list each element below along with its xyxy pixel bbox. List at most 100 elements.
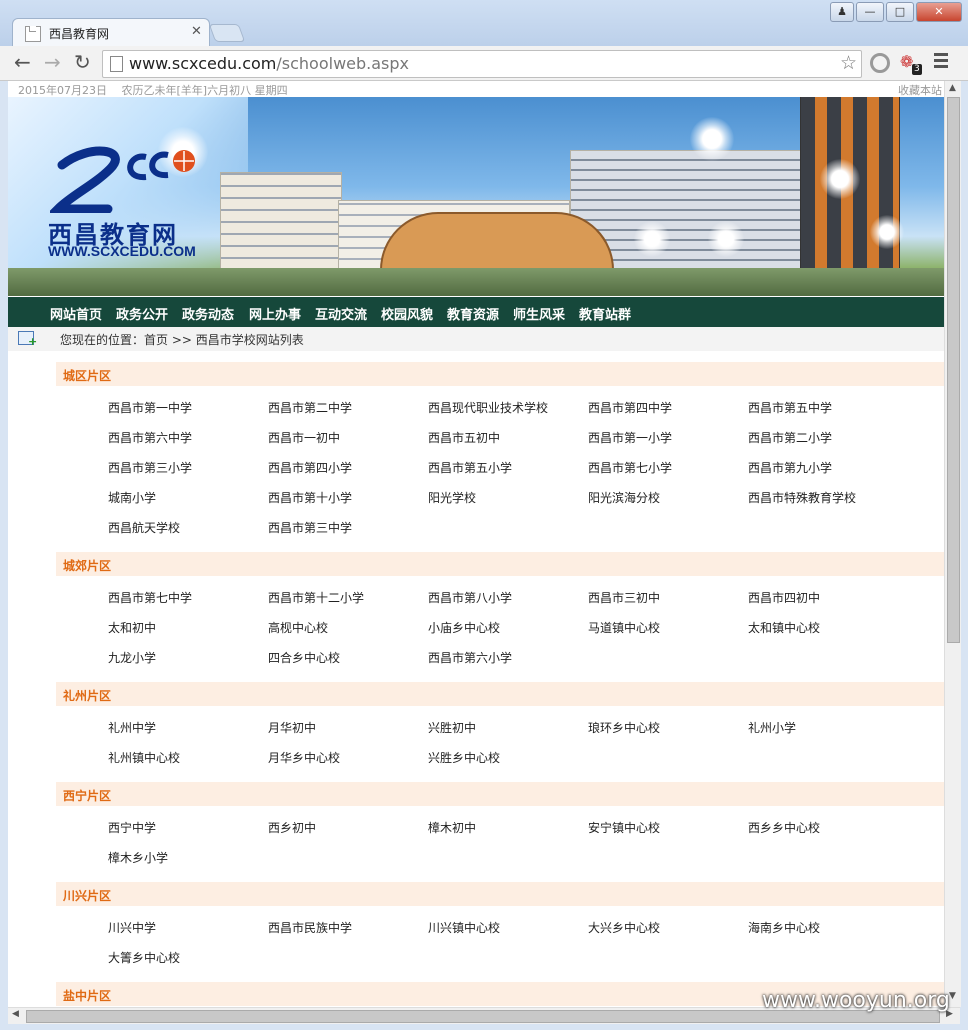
school-link[interactable]: 西昌市第五中学 [748, 399, 832, 416]
school-link[interactable]: 西乡初中 [268, 819, 316, 836]
school-link[interactable]: 城南小学 [108, 489, 156, 506]
school-link[interactable]: 月华乡中心校 [268, 749, 340, 766]
school-link[interactable]: 西昌市特殊教育学校 [748, 489, 856, 506]
nav-site-group[interactable]: 教育站群 [579, 304, 631, 323]
scroll-up-icon[interactable]: ▲ [949, 83, 956, 93]
school-link[interactable]: 太和初中 [108, 619, 156, 636]
close-window-button[interactable]: ✕ [916, 2, 962, 22]
school-link[interactable]: 礼州中学 [108, 719, 156, 736]
url-text[interactable]: www.scxcedu.com/schoolweb.aspx [129, 54, 409, 73]
school-link[interactable]: 西乡乡中心校 [748, 819, 820, 836]
breadcrumb: 您现在的位置：首页 >> 西昌市学校网站列表 [8, 327, 944, 351]
school-link[interactable]: 四合乡中心校 [268, 649, 340, 666]
school-link[interactable]: 大箐乡中心校 [108, 949, 180, 966]
school-link[interactable]: 阳光滨海分校 [588, 489, 660, 506]
window-controls: ♟ — □ ✕ [830, 2, 962, 22]
reload-icon[interactable]: ↻ [74, 52, 91, 72]
school-link[interactable]: 礼州镇中心校 [108, 749, 180, 766]
school-link[interactable]: 西昌市一初中 [268, 429, 340, 446]
scroll-left-icon[interactable]: ◀ [12, 1009, 19, 1019]
school-link[interactable]: 小庙乡中心校 [428, 619, 500, 636]
tab-close-icon[interactable]: ✕ [191, 24, 202, 39]
scroll-thumb[interactable] [947, 97, 960, 643]
page-icon [25, 26, 41, 42]
bookmark-star-icon[interactable]: ☆ [840, 52, 857, 74]
section-title: 盐中片区 [63, 989, 112, 1003]
school-link[interactable]: 礼州小学 [748, 719, 796, 736]
school-link[interactable]: 樟木初中 [428, 819, 476, 836]
new-tab-button[interactable] [208, 24, 246, 42]
vertical-scrollbar[interactable]: ▲ ▼ [944, 81, 961, 1007]
school-link[interactable]: 西昌市四初中 [748, 589, 820, 606]
site-logo-icon [50, 146, 195, 213]
school-link[interactable]: 西昌市第九小学 [748, 459, 832, 476]
section-title: 城区片区 [63, 369, 112, 383]
school-link[interactable]: 海南乡中心校 [748, 919, 820, 936]
nav-home[interactable]: 网站首页 [50, 304, 102, 323]
school-link[interactable]: 西昌市第一中学 [108, 399, 192, 416]
nav-public-affairs[interactable]: 政务公开 [116, 304, 168, 323]
school-link[interactable]: 西昌市第三小学 [108, 459, 192, 476]
school-link[interactable]: 西昌市第七小学 [588, 459, 672, 476]
banner-arch [380, 212, 614, 270]
section-title: 西宁片区 [63, 789, 112, 803]
maximize-button[interactable]: □ [886, 2, 914, 22]
school-link[interactable]: 阳光学校 [428, 489, 476, 506]
banner-building [220, 172, 342, 270]
school-link[interactable]: 西昌市第十二小学 [268, 589, 364, 606]
school-link[interactable]: 西昌市三初中 [588, 589, 660, 606]
school-link[interactable]: 西昌现代职业技术学校 [428, 399, 548, 416]
school-link[interactable]: 西昌市第五小学 [428, 459, 512, 476]
nav-campus[interactable]: 校园风貌 [381, 304, 433, 323]
nav-interaction[interactable]: 互动交流 [315, 304, 367, 323]
school-link[interactable]: 兴胜初中 [428, 719, 476, 736]
school-link[interactable]: 西昌市第四中学 [588, 399, 672, 416]
school-link[interactable]: 月华初中 [268, 719, 316, 736]
school-link[interactable]: 高枧中心校 [268, 619, 328, 636]
school-link[interactable]: 西昌市民族中学 [268, 919, 352, 936]
school-link[interactable]: 西昌市第三中学 [268, 519, 352, 536]
school-link[interactable]: 西昌市第二小学 [748, 429, 832, 446]
school-link[interactable]: 马道镇中心校 [588, 619, 660, 636]
browser-tab[interactable]: 西昌教育网 ✕ [12, 18, 210, 47]
extension-badge: 3 [912, 64, 922, 75]
school-link[interactable]: 太和镇中心校 [748, 619, 820, 636]
school-link[interactable]: 西昌航天学校 [108, 519, 180, 536]
section-title: 川兴片区 [63, 889, 112, 903]
user-icon[interactable]: ♟ [830, 2, 854, 22]
nav-online-services[interactable]: 网上办事 [249, 304, 301, 323]
school-link[interactable]: 安宁镇中心校 [588, 819, 660, 836]
school-link[interactable]: 九龙小学 [108, 649, 156, 666]
school-link[interactable]: 西昌市第七中学 [108, 589, 192, 606]
extension-circle-icon[interactable] [870, 53, 890, 73]
school-link[interactable]: 川兴中学 [108, 919, 156, 936]
minimize-button[interactable]: — [856, 2, 884, 22]
school-link[interactable]: 兴胜乡中心校 [428, 749, 500, 766]
top-info-strip: 2015年07月23日 农历乙未年[羊年]六月初八 星期四 收藏本站 [8, 81, 944, 97]
nav-affairs-news[interactable]: 政务动态 [182, 304, 234, 323]
forward-arrow-icon[interactable]: → [44, 52, 61, 72]
school-link[interactable]: 樟木乡小学 [108, 849, 168, 866]
school-link[interactable]: 西昌市第六中学 [108, 429, 192, 446]
school-link[interactable]: 川兴镇中心校 [428, 919, 500, 936]
school-link[interactable]: 西昌市第二中学 [268, 399, 352, 416]
school-link[interactable]: 西宁中学 [108, 819, 156, 836]
nav-teachers-students[interactable]: 师生风采 [513, 304, 565, 323]
school-link[interactable]: 西昌市第八小学 [428, 589, 512, 606]
nav-resources[interactable]: 教育资源 [447, 304, 499, 323]
school-link[interactable]: 西昌市第四小学 [268, 459, 352, 476]
school-link[interactable]: 琅环乡中心校 [588, 719, 660, 736]
address-bar[interactable]: www.scxcedu.com/schoolweb.aspx ☆ [102, 50, 862, 78]
school-link[interactable]: 西昌市五初中 [428, 429, 500, 446]
school-link[interactable]: 西昌市第六小学 [428, 649, 512, 666]
school-link[interactable]: 西昌市第十小学 [268, 489, 352, 506]
favorite-link[interactable]: 收藏本站 [898, 82, 942, 98]
back-arrow-icon[interactable]: ← [14, 52, 31, 72]
school-link[interactable]: 西昌市第一小学 [588, 429, 672, 446]
banner-ground [8, 268, 944, 296]
watermark: www.wooyun.org [762, 988, 950, 1013]
extension-icon[interactable]: ❁ 3 [900, 52, 922, 75]
scroll-down-icon[interactable]: ▼ [949, 991, 956, 1001]
menu-icon[interactable] [934, 53, 948, 71]
school-link[interactable]: 大兴乡中心校 [588, 919, 660, 936]
